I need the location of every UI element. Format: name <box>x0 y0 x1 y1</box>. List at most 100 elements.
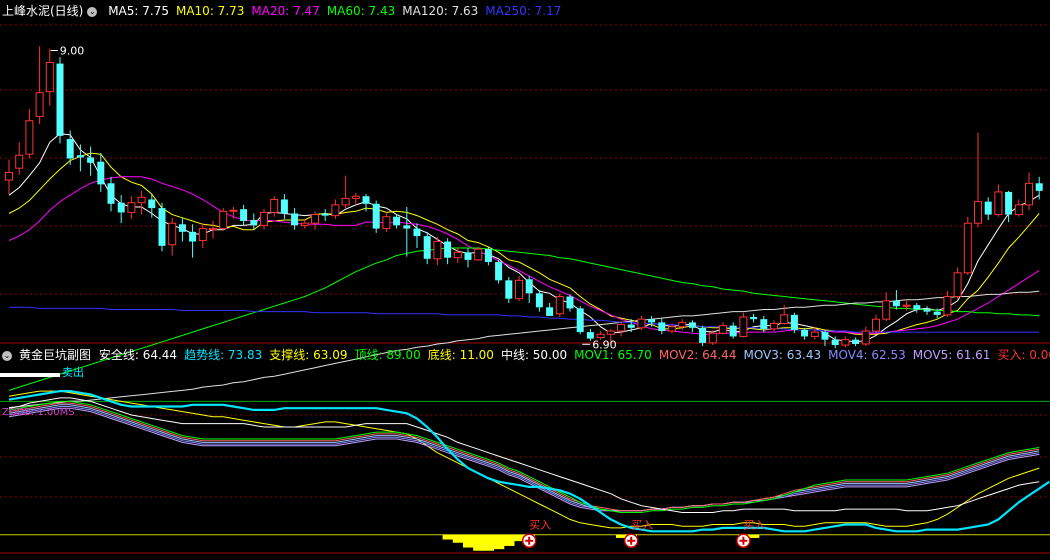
candle-body <box>403 225 411 229</box>
candle-body <box>555 296 564 315</box>
candle-body <box>790 314 798 330</box>
candle-body <box>739 316 748 337</box>
candle-body <box>66 139 74 159</box>
indicator-value: MA250: 7.17 <box>485 4 562 18</box>
sub-line <box>8 390 1040 529</box>
pit-bar <box>503 534 515 546</box>
pit-bar <box>483 534 495 551</box>
sub-indicator-values: 安全线: 64.44 趋势线: 73.83 支撑线: 63.09 顶线: 89.00 底… <box>99 348 1050 362</box>
candle-body <box>872 318 880 332</box>
candle-body <box>484 249 492 263</box>
candle-body <box>25 120 34 155</box>
candle-body <box>321 213 329 216</box>
candle-body <box>627 324 635 328</box>
high-price-label: 9.00 <box>60 44 85 57</box>
candle-body <box>148 199 156 209</box>
candle-body <box>250 219 258 226</box>
candle-body <box>637 318 646 329</box>
candle-body <box>535 293 543 308</box>
indicator-value: 顶线: 89.00 <box>354 348 421 362</box>
candle-body <box>331 204 340 217</box>
indicator-value: 买入: 0.00 <box>997 348 1050 362</box>
candle-body <box>127 202 136 213</box>
candle-body <box>688 322 696 328</box>
candle-body <box>372 203 380 229</box>
candle-body <box>382 216 391 230</box>
sub-line <box>8 397 1040 513</box>
indicator-value: MOV1: 65.70 <box>574 348 652 362</box>
candlesticks <box>5 46 1043 349</box>
indicator-value: 中线: 50.00 <box>500 348 568 362</box>
candle-body <box>137 196 146 204</box>
candle-body <box>240 209 248 222</box>
candle-body <box>1014 204 1023 216</box>
candle-body <box>87 157 95 163</box>
candle-body <box>902 304 911 307</box>
candle-body <box>423 236 431 259</box>
candle-body <box>413 228 421 237</box>
candle-body <box>474 248 483 261</box>
candle-body <box>729 325 737 337</box>
candle-body <box>719 325 727 334</box>
main-indicator-values: MA5: 7.75 MA10: 7.73 MA20: 7.47 MA60: 7.43 M… <box>108 4 568 18</box>
candle-body <box>801 329 809 337</box>
candle-body <box>45 62 54 93</box>
sub-line <box>8 407 1040 512</box>
indicator-value: 支撑线: 63.09 <box>269 348 348 362</box>
candle-body <box>453 251 462 259</box>
candle-body <box>97 161 105 185</box>
candle-body <box>546 307 554 316</box>
candle-body <box>943 296 952 316</box>
candle-body <box>495 262 503 281</box>
candle-body <box>708 332 717 344</box>
buy-signal-label: 买入 <box>743 519 765 532</box>
candle-body <box>341 197 350 206</box>
candle-body <box>861 330 870 345</box>
candle-body <box>678 321 687 328</box>
candle-body <box>760 319 768 329</box>
indicator-value: MOV2: 64.44 <box>658 348 737 362</box>
indicator-value: 趋势线: 73.83 <box>184 348 263 362</box>
indicator-value: MA5: 7.75 <box>108 4 169 18</box>
buy-signal-label: 买入 <box>529 519 551 532</box>
candle-body <box>362 196 370 204</box>
moving-average-lines <box>8 133 1040 409</box>
stock-title: 上峰水泥(日线) <box>2 4 84 18</box>
pit-bar <box>748 534 760 538</box>
candle-body <box>300 222 309 226</box>
indicator-value: MA10: 7.73 <box>175 4 245 18</box>
chevron-down-icon[interactable]: ⌄ <box>87 6 98 17</box>
candle-body <box>351 195 360 199</box>
candle-body <box>35 92 44 117</box>
sell-bar <box>0 373 60 377</box>
pit-bar <box>442 534 454 540</box>
sub-line <box>8 406 1040 512</box>
candle-body <box>668 326 676 332</box>
candle-body <box>56 63 64 136</box>
candle-body <box>505 280 513 299</box>
candle-body <box>852 339 860 344</box>
indicator-value: 安全线: 64.44 <box>98 348 178 362</box>
chevron-down-icon[interactable]: ⌄ <box>2 350 12 361</box>
candle-body <box>576 308 584 333</box>
sub-panel-title: 黄金巨坑副图 <box>19 348 92 362</box>
candle-body <box>229 209 238 212</box>
candle-body <box>984 201 992 215</box>
candle-body <box>168 222 177 246</box>
pit-bar <box>463 534 474 548</box>
candle-body <box>994 191 1003 216</box>
candle-body <box>810 331 819 337</box>
candle-body <box>892 300 900 307</box>
candle-body <box>76 155 84 158</box>
candle-body <box>107 183 115 204</box>
indicator-value: MA20: 7.47 <box>251 4 320 18</box>
candle-body <box>117 202 125 213</box>
sub-line <box>8 390 1050 533</box>
candle-body <box>5 172 13 181</box>
candle-body <box>831 339 839 346</box>
candle-body <box>444 241 452 258</box>
candle-body <box>566 296 574 309</box>
pit-bar <box>473 534 484 551</box>
candle-body <box>393 216 401 226</box>
candle-body <box>270 198 279 213</box>
